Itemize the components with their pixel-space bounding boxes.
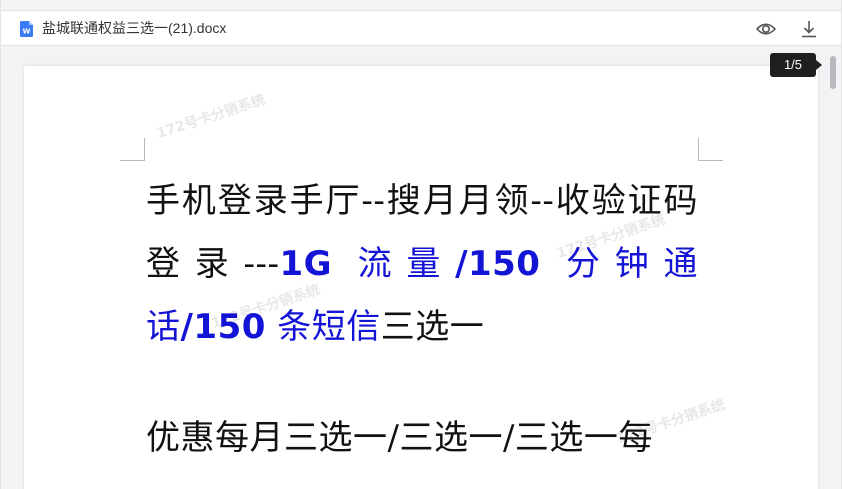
margin-mark	[144, 138, 145, 160]
viewer-header: W 盐城联通权益三选一(21).docx	[1, 10, 841, 46]
paragraph-2: 优惠每月三选一/三选一/三选一每	[146, 418, 653, 458]
document-body: 手机登录手厅--搜月月领--收验证码登录---1G 流量/150 分钟通话/15…	[146, 170, 698, 470]
scrollbar-track[interactable]	[827, 48, 839, 484]
highlight-run: 条短信	[265, 307, 381, 347]
download-icon	[802, 21, 816, 38]
svg-text:W: W	[23, 28, 31, 36]
highlight-run: /150	[180, 307, 266, 347]
paragraph-1: 手机登录手厅--搜月月领--收验证码登录---1G 流量/150 分钟通话/15…	[146, 170, 698, 359]
document-page: 172号卡分销系统 172号卡分销系统 172号卡分销系统 172号卡分销系统 …	[24, 66, 818, 489]
margin-mark	[120, 160, 145, 161]
preview-button[interactable]	[755, 18, 777, 40]
highlight-run: 1G	[279, 244, 333, 284]
document-viewer: W 盐城联通权益三选一(21).docx 172号卡分销系统 172号卡分销系统…	[0, 0, 842, 489]
margin-mark	[698, 138, 699, 160]
highlight-run: 流量	[332, 244, 456, 284]
watermark: 172号卡分销系统	[154, 91, 268, 143]
word-doc-icon: W	[20, 21, 33, 37]
margin-mark	[698, 160, 723, 161]
text-run: 三选一	[380, 307, 485, 347]
file-name: 盐城联通权益三选一(21).docx	[42, 20, 227, 36]
download-button[interactable]	[798, 18, 820, 40]
scrollbar-thumb[interactable]	[830, 56, 836, 89]
highlight-run: /150	[455, 244, 541, 284]
page-indicator: 1/5	[770, 53, 822, 77]
eye-icon	[755, 23, 777, 35]
